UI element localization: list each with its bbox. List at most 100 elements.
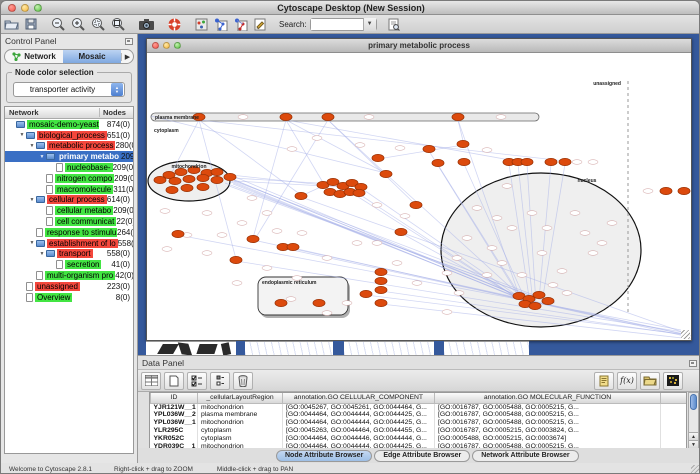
import-attributes-icon[interactable] bbox=[640, 372, 660, 390]
network-node[interactable] bbox=[154, 176, 166, 183]
new-attribute-icon[interactable] bbox=[164, 372, 184, 390]
network-node[interactable] bbox=[211, 176, 223, 183]
background-window[interactable] bbox=[146, 341, 241, 355]
network-node[interactable] bbox=[183, 175, 195, 182]
table-cell[interactable]: YPL036W__2 bbox=[151, 411, 198, 419]
annotation-icon[interactable] bbox=[251, 16, 269, 33]
scrollbar-thumb[interactable] bbox=[690, 394, 697, 410]
delete-attribute-icon[interactable] bbox=[233, 372, 253, 390]
float-panel-icon[interactable] bbox=[125, 38, 133, 45]
vizmapper-icon[interactable] bbox=[192, 16, 211, 33]
tree-row[interactable]: ▼establishment of lo558(0) bbox=[5, 238, 133, 249]
matrix-icon[interactable] bbox=[663, 372, 683, 390]
table-cell[interactable]: [GO:0045263, GO:0044464, GO:0044455, G..… bbox=[283, 427, 435, 435]
search-config-icon[interactable] bbox=[385, 16, 403, 33]
tree-row[interactable]: Overview8(0) bbox=[5, 292, 133, 303]
network-node[interactable] bbox=[380, 170, 392, 177]
network-node[interactable] bbox=[432, 159, 444, 166]
network-node[interactable] bbox=[375, 268, 387, 275]
notes-icon[interactable] bbox=[594, 372, 614, 390]
table-cell[interactable]: YJR121W__1 bbox=[151, 403, 198, 411]
network-node[interactable] bbox=[287, 243, 299, 250]
tree-row[interactable]: nitrogen compo209(0) bbox=[5, 173, 133, 184]
disclosure-triangle-icon[interactable]: ▼ bbox=[38, 251, 46, 257]
float-panel-icon[interactable] bbox=[689, 360, 697, 367]
tree-row[interactable]: ▼metabolic process280(0) bbox=[5, 141, 133, 152]
network-node[interactable] bbox=[410, 201, 422, 208]
network-node[interactable] bbox=[197, 174, 209, 181]
table-row[interactable]: YJR121W__1mitochondrion[GO:0045267, GO:0… bbox=[151, 403, 688, 411]
disclosure-triangle-icon[interactable]: ▼ bbox=[18, 132, 26, 138]
destroy-view-icon[interactable] bbox=[231, 16, 251, 33]
attribute-list-icon[interactable] bbox=[210, 372, 230, 390]
background-window[interactable] bbox=[434, 341, 444, 355]
network-node[interactable] bbox=[275, 299, 287, 306]
tree-row[interactable]: response to stimulu264(0) bbox=[5, 227, 133, 238]
column-header[interactable]: annotation.GO CELLULAR_COMPONENT bbox=[283, 393, 435, 403]
network-node[interactable] bbox=[211, 168, 223, 175]
zoom-in-icon[interactable] bbox=[68, 16, 88, 33]
table-cell[interactable]: [GO:0045267, GO:0045261, GO:0044464, G..… bbox=[283, 403, 435, 411]
table-row[interactable]: YKR052Ccytoplasm[GO:0044464, GO:0044446,… bbox=[151, 435, 688, 443]
network-node[interactable] bbox=[224, 173, 236, 180]
network-node[interactable] bbox=[458, 158, 470, 165]
help-icon[interactable] bbox=[165, 16, 184, 33]
network-node[interactable] bbox=[166, 186, 178, 193]
tree-row[interactable]: secretion41(0) bbox=[5, 259, 133, 270]
formula-icon[interactable]: f(x) bbox=[617, 372, 637, 390]
snapshot-icon[interactable] bbox=[136, 16, 157, 33]
disclosure-triangle-icon[interactable]: ▼ bbox=[38, 154, 46, 160]
column-header[interactable]: annotation.GO MOLECULAR_FUNCTION bbox=[435, 393, 661, 403]
network-view-window[interactable]: primary metabolic process plasma membran… bbox=[146, 38, 692, 341]
attribute-table-icon[interactable] bbox=[141, 372, 161, 390]
network-node[interactable] bbox=[247, 235, 259, 242]
network-edge[interactable] bbox=[199, 120, 565, 161]
network-node[interactable] bbox=[423, 145, 435, 152]
network-node[interactable] bbox=[169, 177, 181, 184]
network-node[interactable] bbox=[360, 290, 372, 297]
network-node[interactable] bbox=[375, 299, 387, 306]
tree-row[interactable]: nucleobase-209(0) bbox=[5, 162, 133, 173]
scroll-down-icon[interactable]: ▼ bbox=[689, 440, 698, 448]
tab-overflow-icon[interactable]: ▶ bbox=[121, 53, 133, 61]
network-node[interactable] bbox=[395, 228, 407, 235]
tree-row[interactable]: ▼biological_process651(0) bbox=[5, 130, 133, 141]
network-node[interactable] bbox=[172, 230, 184, 237]
network-node[interactable] bbox=[545, 158, 557, 165]
network-node[interactable] bbox=[457, 140, 469, 147]
network-node[interactable] bbox=[452, 113, 464, 120]
tree-row[interactable]: cellular metabo209(0) bbox=[5, 205, 133, 216]
window-resize-grip[interactable] bbox=[681, 330, 690, 339]
table-cell[interactable]: [GO:0044464, GO:0044444, GO:0044425, G..… bbox=[283, 419, 435, 427]
network-node[interactable] bbox=[353, 189, 365, 196]
tree-row[interactable]: cell communicat22(0) bbox=[5, 216, 133, 227]
scroll-up-icon[interactable]: ▲ bbox=[689, 432, 698, 440]
background-window[interactable] bbox=[245, 341, 333, 355]
table-cell[interactable]: mitochondrion bbox=[198, 419, 283, 427]
table-row[interactable]: YLR295Ccytoplasm[GO:0045263, GO:0044464,… bbox=[151, 427, 688, 435]
table-cell[interactable]: cytoplasm bbox=[198, 427, 283, 435]
tree-row[interactable]: unassigned223(0) bbox=[5, 281, 133, 292]
background-window[interactable] bbox=[444, 341, 529, 355]
tab-node-attribute-browser[interactable]: Node Attribute Browser bbox=[276, 450, 372, 462]
table-cell[interactable]: [GO:0005488, GO:0005215, GO:0003674] bbox=[435, 435, 661, 443]
column-header[interactable]: _cellularLayoutRegion bbox=[198, 393, 283, 403]
table-cell[interactable]: mitochondrion bbox=[198, 403, 283, 411]
background-window[interactable] bbox=[236, 341, 245, 355]
network-node[interactable] bbox=[295, 192, 307, 199]
network-node[interactable] bbox=[542, 297, 554, 304]
table-cell[interactable]: [GO:0044464, GO:0044446, GO:0044444, G..… bbox=[283, 435, 435, 443]
network-node[interactable] bbox=[660, 187, 672, 194]
background-window[interactable] bbox=[344, 341, 434, 355]
select-attributes-icon[interactable] bbox=[187, 372, 207, 390]
zoom-fit-icon[interactable] bbox=[108, 16, 128, 33]
network-node[interactable] bbox=[559, 158, 571, 165]
tab-mosaic[interactable]: Mosaic bbox=[63, 50, 121, 63]
network-canvas[interactable]: plasma membranecytoplasmmitochondrionnuc… bbox=[147, 53, 691, 340]
background-window[interactable] bbox=[333, 341, 344, 355]
network-node[interactable] bbox=[375, 286, 387, 293]
column-header[interactable]: ID bbox=[151, 393, 198, 403]
table-row[interactable]: YPL036W__2plasma membrane[GO:0044464, GO… bbox=[151, 411, 688, 419]
network-node[interactable] bbox=[372, 154, 384, 161]
network-node[interactable] bbox=[375, 277, 387, 284]
